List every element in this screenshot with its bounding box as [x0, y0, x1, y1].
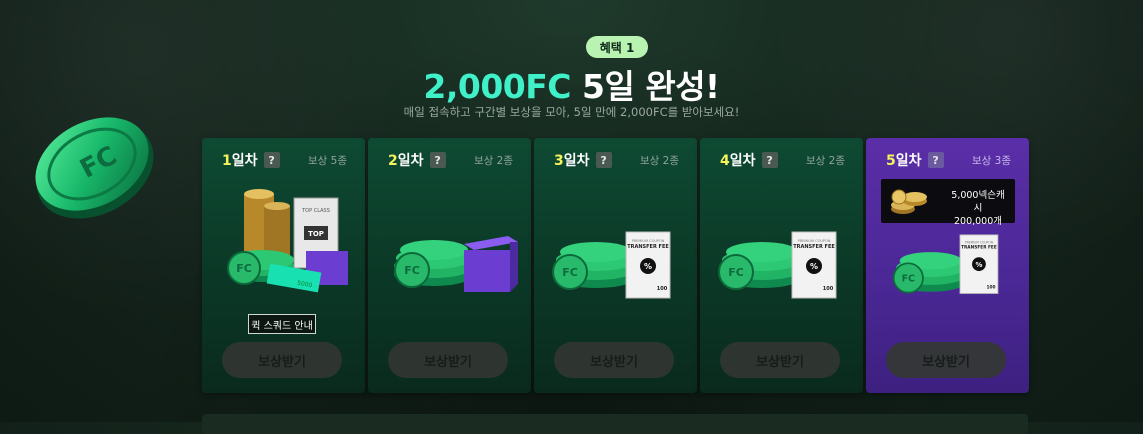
svg-text:PREMIUM COUPON: PREMIUM COUPON: [798, 239, 831, 243]
title-highlight: 2,000FC: [423, 67, 572, 106]
title-rest: 5일 완성!: [571, 67, 720, 106]
page-subtitle: 매일 접속하고 구간별 보상을 모아, 5일 만에 2,000FC를 받아보세요…: [403, 105, 740, 119]
claim-reward-button[interactable]: 보상받기: [886, 342, 1006, 378]
claim-reward-button[interactable]: 보상받기: [554, 342, 674, 378]
svg-text:FC: FC: [236, 262, 252, 275]
reward-count: 보상 2종: [806, 155, 845, 167]
svg-text:FC: FC: [562, 266, 578, 279]
day-label: 2일차 ?: [388, 150, 446, 170]
benefit-badge: 혜택 1: [586, 36, 648, 58]
claim-reward-button[interactable]: 보상받기: [388, 342, 508, 378]
svg-text:TOP CLASS: TOP CLASS: [301, 208, 330, 214]
reward-count: 보상 3종: [972, 155, 1011, 167]
claim-reward-button[interactable]: 보상받기: [720, 342, 840, 378]
day-card-2: 2일차 ? 보상 2종 FC 보상받기: [368, 138, 531, 393]
svg-text:100: 100: [657, 286, 668, 292]
coin-stack-icon: FC: [394, 240, 474, 288]
reward-count: 보상 2종: [474, 155, 513, 167]
fc-coin-icon: FC: [35, 117, 154, 219]
reward-art: FC PREMIUM COUPON TRANSFER FEE % 100: [718, 231, 837, 299]
day-card-1: 1일차 ? 보상 5종 TOP CLASS TOP FC 5000 퀵 스쿼드 …: [202, 138, 365, 393]
coupon-card-icon: PREMIUM COUPON TRANSFER FEE % 100: [959, 234, 999, 294]
help-icon[interactable]: ?: [595, 152, 612, 168]
svg-text:TRANSFER FEE: TRANSFER FEE: [961, 245, 997, 251]
coin-stack-icon: FC: [718, 242, 804, 290]
svg-text:100: 100: [987, 284, 996, 290]
help-icon[interactable]: ?: [761, 152, 778, 168]
svg-text:TOP: TOP: [308, 230, 324, 238]
help-icon[interactable]: ?: [263, 152, 280, 168]
day-label: 1일차 ?: [222, 150, 280, 170]
svg-text:FC: FC: [404, 264, 420, 277]
page-title: 2,000FC 5일 완성!: [0, 60, 1143, 108]
svg-text:TRANSFER FEE: TRANSFER FEE: [793, 244, 835, 250]
svg-text:100: 100: [823, 286, 834, 292]
quick-squad-guide-button[interactable]: 퀵 스쿼드 안내: [248, 314, 316, 334]
svg-text:%: %: [810, 262, 818, 271]
help-icon[interactable]: ?: [927, 152, 944, 168]
svg-text:%: %: [644, 262, 652, 271]
claim-reward-button[interactable]: 보상받기: [222, 342, 342, 378]
next-section-edge: [202, 414, 1028, 434]
nexon-cash-amount: 5,000넥슨캐시: [951, 190, 1005, 214]
svg-text:TRANSFER FEE: TRANSFER FEE: [627, 244, 669, 250]
svg-text:FC: FC: [728, 266, 744, 279]
nexon-cash-info: 5,000넥슨캐시 200,000개: [881, 179, 1015, 227]
reward-art: FC PREMIUM COUPON TRANSFER FEE % 100: [552, 231, 671, 299]
day-label: 3일차 ?: [554, 150, 612, 170]
coupon-card-icon: PREMIUM COUPON TRANSFER FEE % 100: [625, 231, 671, 299]
reward-art: FC PREMIUM COUPON TRANSFER FEE % 100: [892, 234, 999, 294]
day-label: 4일차 ?: [720, 150, 778, 170]
svg-text:PREMIUM COUPON: PREMIUM COUPON: [632, 239, 665, 243]
svg-text:FC: FC: [902, 273, 915, 284]
coin-stack-icon: FC: [892, 252, 967, 294]
help-icon[interactable]: ?: [429, 152, 446, 168]
svg-text:PREMIUM COUPON: PREMIUM COUPON: [965, 241, 993, 245]
nexon-cash-count: 200,000개: [953, 216, 1003, 227]
day-card-3: 3일차 ? 보상 2종 FC PREMIUM COUPON TRANSFER F…: [534, 138, 697, 393]
reward-count: 보상 2종: [640, 155, 679, 167]
day-card-5: 5일차 ? 보상 3종 5,000넥슨캐시 200,000개 FC PREMIU…: [866, 138, 1029, 393]
day-label: 5일차 ?: [886, 150, 944, 170]
day-card-4: 4일차 ? 보상 2종 FC PREMIUM COUPON TRANSFER F…: [700, 138, 863, 393]
coin-stack-icon: FC: [552, 242, 638, 290]
gold-coins-icon: [891, 189, 927, 214]
pack-box-icon: [464, 236, 518, 292]
reward-count: 보상 5종: [308, 155, 347, 167]
reward-art: TOP CLASS TOP FC 5000: [227, 189, 348, 293]
coupon-card-icon: PREMIUM COUPON TRANSFER FEE % 100: [791, 231, 837, 299]
gold-coins-icon: [244, 189, 290, 256]
reward-art: FC: [394, 236, 518, 292]
svg-text:%: %: [976, 261, 983, 269]
